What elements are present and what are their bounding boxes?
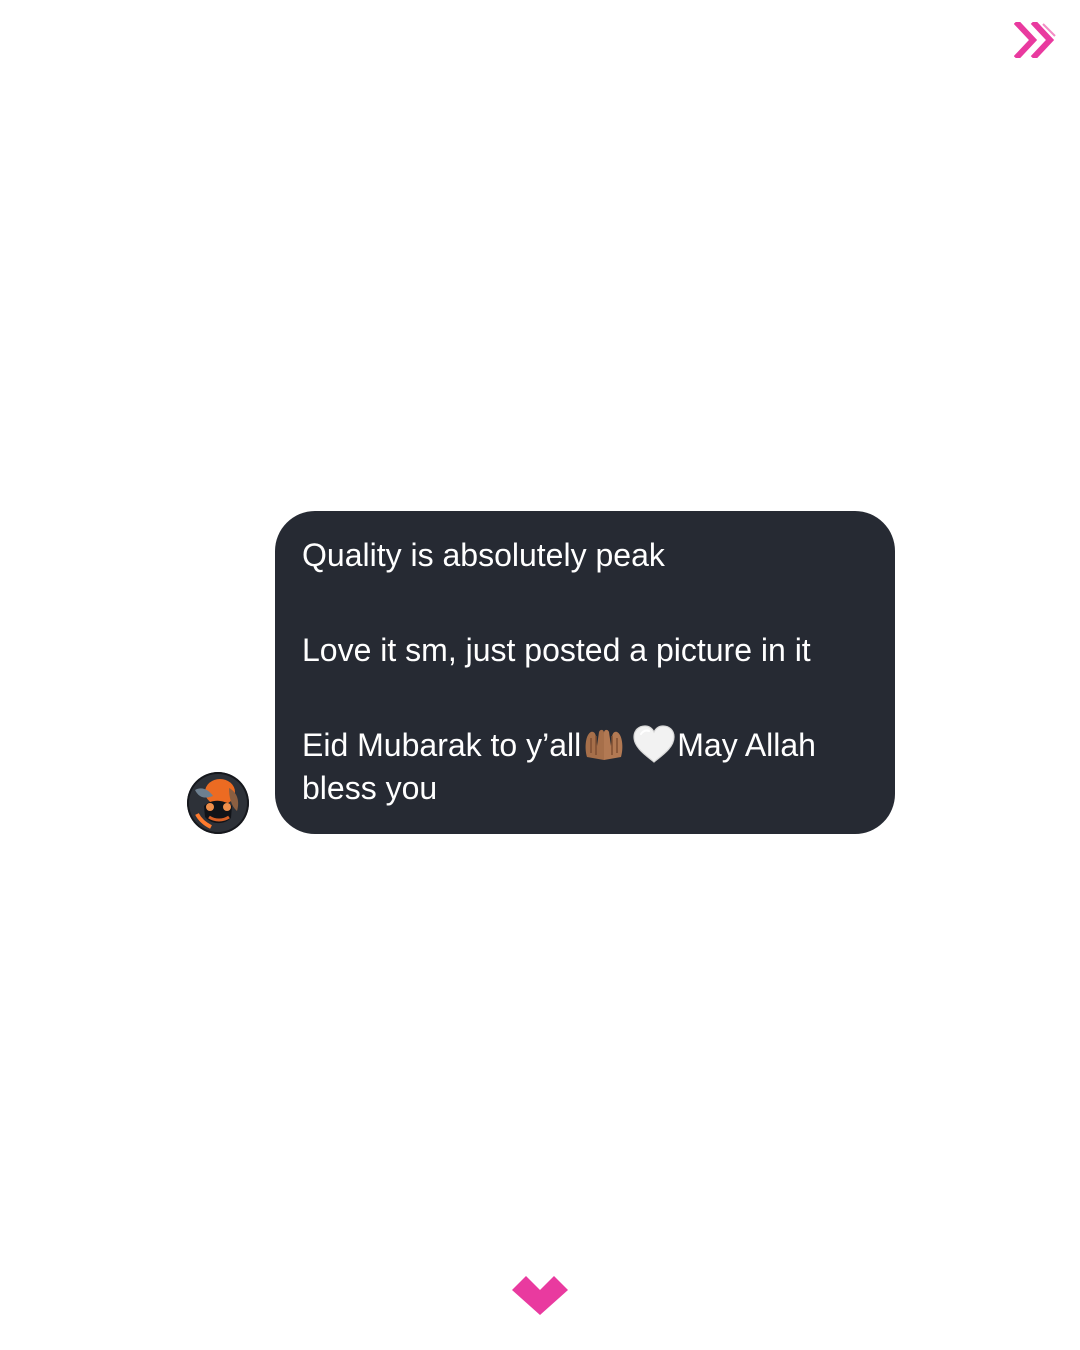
message-text: Eid Mubarak to y’all — [302, 727, 582, 763]
raised-hands-emoji — [585, 729, 623, 760]
message-line: Love it sm, just posted a picture in it — [302, 632, 811, 668]
message-line: Eid Mubarak to y’all 🤲🏽 🤍May Allah bless… — [302, 724, 873, 810]
avatar[interactable] — [187, 772, 249, 834]
profile-avatar — [187, 772, 249, 834]
message-bubble[interactable]: Quality is absolutely peak Love it sm, j… — [275, 511, 895, 834]
message-line: Quality is absolutely peak — [302, 537, 665, 573]
white-heart-emoji — [633, 725, 675, 763]
message-row: Quality is absolutely peak Love it sm, j… — [0, 0, 1080, 1350]
chevron-down-icon[interactable] — [511, 1272, 569, 1316]
